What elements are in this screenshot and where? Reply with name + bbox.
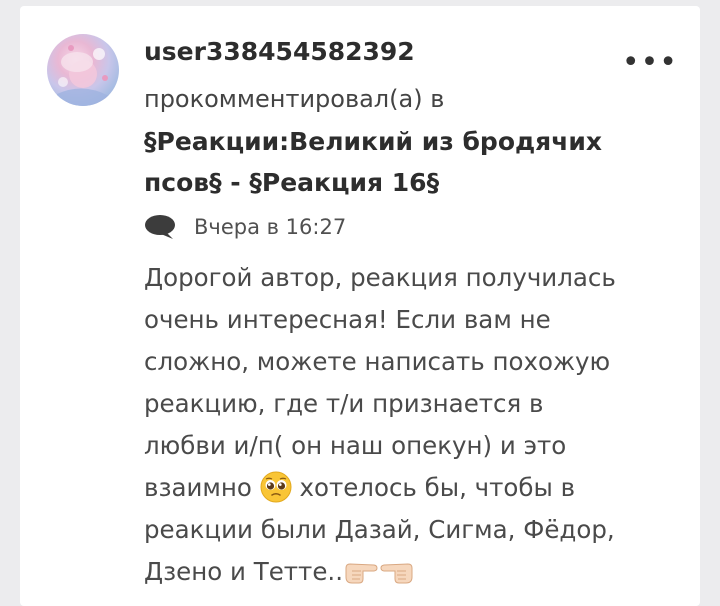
comment-bubble-icon <box>145 215 175 239</box>
comment-line-3: сложно, можете написать похожую <box>144 347 611 376</box>
avatar[interactable] <box>47 34 119 106</box>
pointing-right-hand-emoji-icon <box>345 563 378 584</box>
avatar-image <box>57 45 109 106</box>
more-options-icon[interactable]: ••• <box>622 48 678 78</box>
pointing-left-hand-emoji-icon <box>380 563 413 584</box>
target-reaction-link[interactable]: §Реакции:Великий из бродячих псов§ - §Ре… <box>144 121 644 203</box>
comment-line-6-end: хотелось бы, чтобы в <box>291 473 576 502</box>
comment-timestamp: Вчера в 16:27 <box>194 215 347 239</box>
pleading-face-emoji-icon <box>260 471 292 503</box>
comment-action-text: прокомментировал(а) в <box>144 85 445 113</box>
comment-line-8: Дзено и Тетте.. <box>144 551 684 593</box>
comment-line-8-text: Дзено и Тетте.. <box>144 557 343 586</box>
comment-line-2: очень интересная! Если вам не <box>144 305 551 334</box>
comment-line-6: взаимно хотелось бы, чтобы в <box>144 467 684 509</box>
comment-line-6-start: взаимно <box>144 473 260 502</box>
comment-line-1: Дорогой автор, реакция получилась <box>144 263 616 292</box>
target-title-line-1: §Реакции:Великий из бродячих <box>144 127 603 156</box>
comment-line-5: любви и/п( он наш опекун) и это <box>144 431 567 460</box>
target-title-line-2: псов§ - §Реакция 16§ <box>144 168 440 197</box>
comment-card: ••• user338454582392 прокомментировал(а)… <box>20 6 700 606</box>
username-link[interactable]: user338454582392 <box>144 37 415 66</box>
comment-meta: Вчера в 16:27 <box>144 212 346 242</box>
comment-line-4: реакцию, где т/и признается в <box>144 389 544 418</box>
comment-line-7: реакции были Дазай, Сигма, Фёдор, <box>144 515 615 544</box>
comment-body: Дорогой автор, реакция получилась очень … <box>144 257 684 593</box>
